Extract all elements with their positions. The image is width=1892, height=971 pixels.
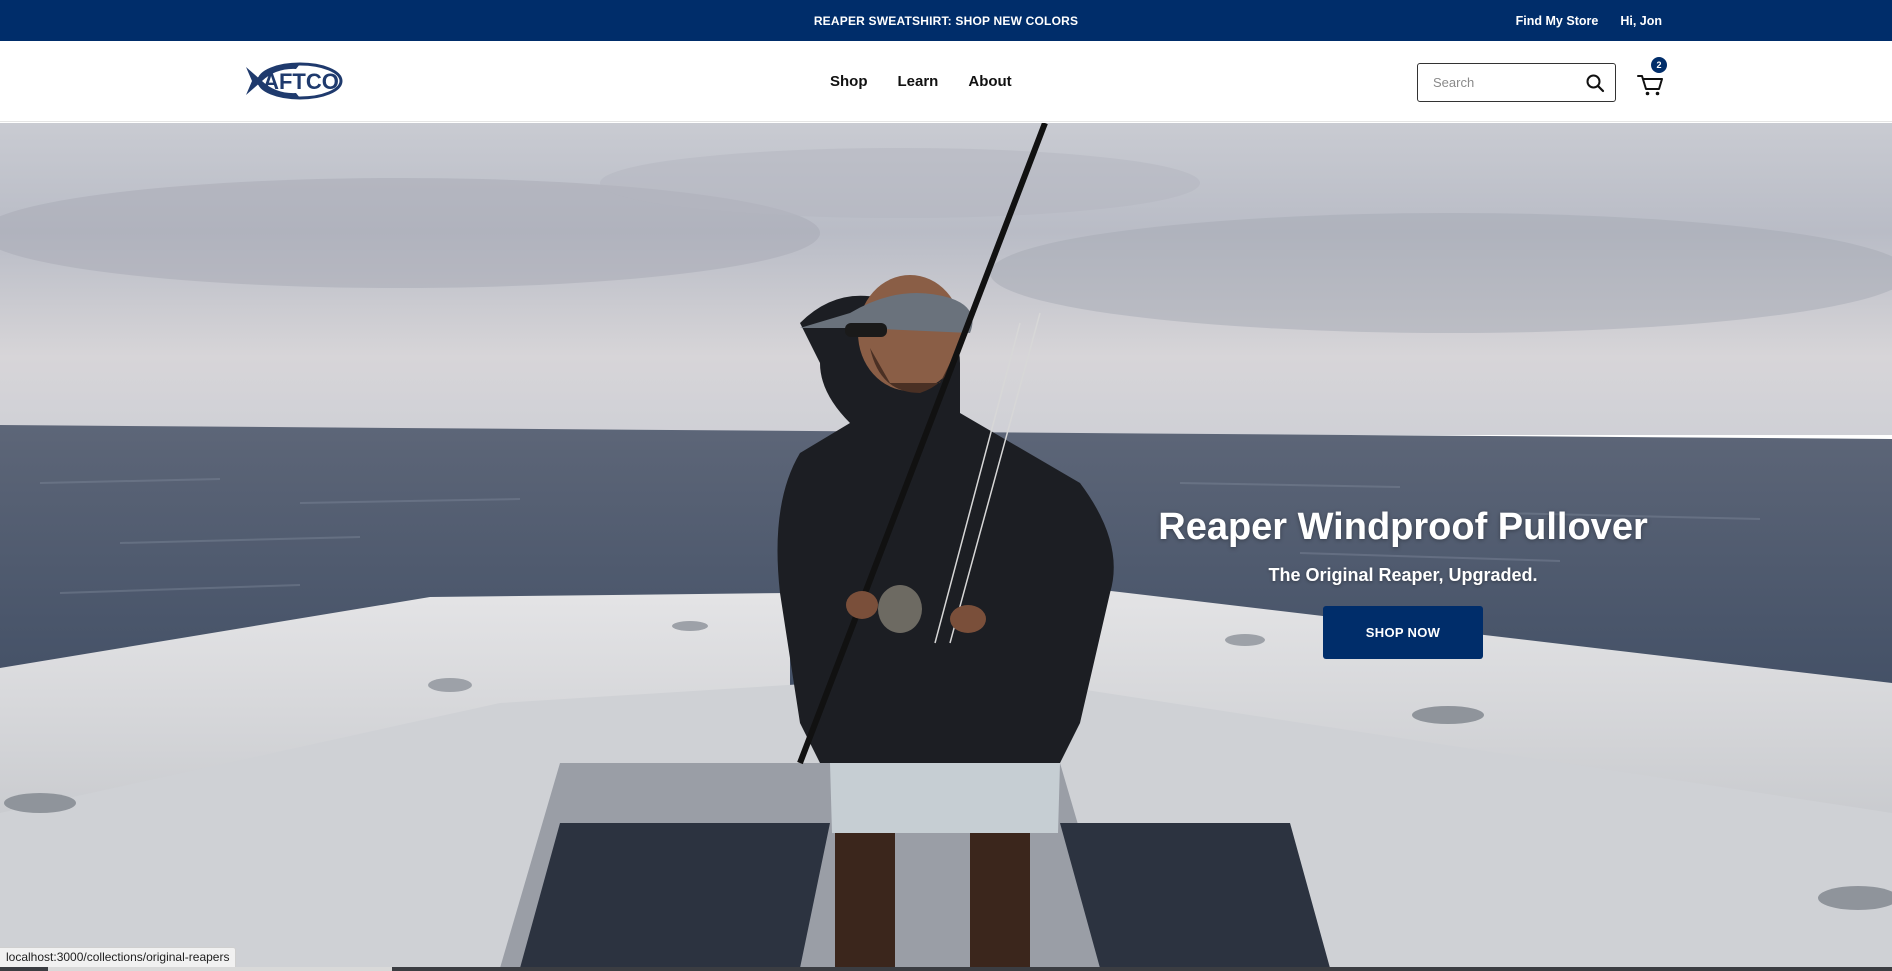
hero-subtitle: The Original Reaper, Upgraded. [1268, 565, 1538, 585]
utility-links: Find My Store Hi, Jon [1516, 0, 1662, 41]
site-header: AFTCO Shop Learn About [0, 41, 1892, 122]
nav-shop[interactable]: Shop [830, 73, 868, 90]
search-icon[interactable] [1585, 73, 1605, 93]
find-my-store-link[interactable]: Find My Store [1516, 14, 1599, 28]
aftco-logo[interactable]: AFTCO [240, 59, 344, 103]
nav-learn[interactable]: Learn [898, 73, 939, 90]
shop-now-button[interactable]: SHOP NOW [1323, 606, 1483, 659]
cart-count-badge: 2 [1651, 57, 1667, 73]
search-box [1417, 63, 1616, 102]
status-bar-url: localhost:3000/collections/original-reap… [0, 947, 237, 968]
hero-banner: Reaper Windproof Pullover The Original R… [0, 123, 1892, 968]
nav-about[interactable]: About [968, 73, 1011, 90]
main-nav: Shop Learn About [830, 41, 1012, 122]
hero-text-block: Reaper Windproof Pullover The Original R… [1103, 506, 1703, 659]
bottom-strip [0, 967, 1892, 971]
logo-text: AFTCO [263, 69, 339, 94]
search-input[interactable] [1418, 64, 1578, 101]
account-greeting-link[interactable]: Hi, Jon [1620, 14, 1662, 28]
bottom-strip-segment [48, 967, 392, 971]
hero-title: Reaper Windproof Pullover [1158, 506, 1648, 548]
announcement-bar: REAPER SWEATSHIRT: SHOP NEW COLORS Find … [0, 0, 1892, 41]
